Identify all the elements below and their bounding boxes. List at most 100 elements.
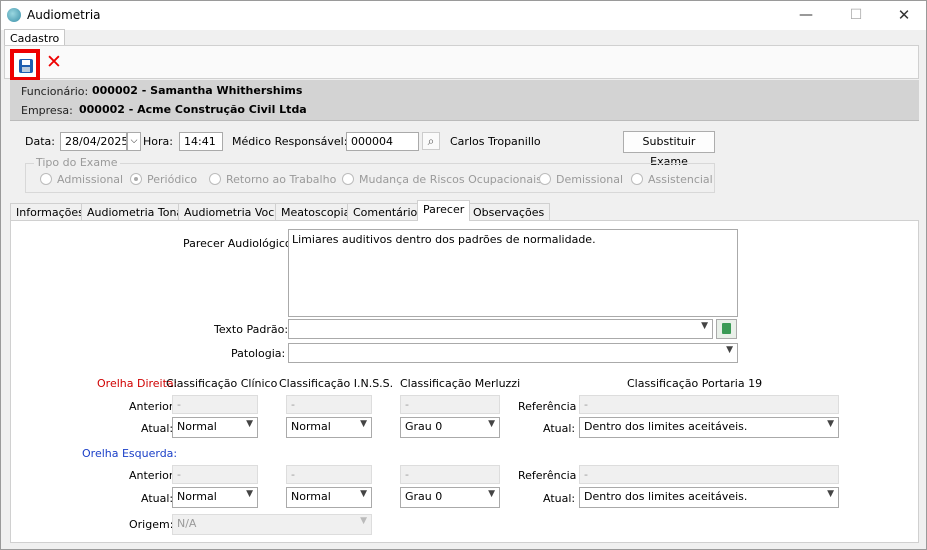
col-merluzzi-header: Classificação Merluzzi	[400, 377, 521, 390]
chevron-down-icon: ⌵	[130, 136, 138, 146]
parecer-label: Parecer Audiológico:	[183, 237, 296, 250]
radio-mudanca-riscos[interactable]: Mudança de Riscos Ocupacionais	[342, 173, 542, 186]
select-value: Grau 0	[405, 420, 443, 433]
col-clinico-header: Classificação Clínico	[166, 377, 278, 390]
chevron-down-icon: ▼	[360, 489, 367, 499]
radio-label: Assistencial	[648, 173, 713, 186]
substituir-exame-button[interactable]: Substituir Exame	[623, 131, 715, 168]
orelha-esquerda-label: Orelha Esquerda:	[82, 447, 178, 460]
direita-anterior-inss: -	[286, 395, 372, 414]
col-inss-header: Classificação I.N.S.S.	[279, 377, 394, 390]
cancel-icon[interactable]: ✕	[46, 51, 62, 73]
window-title: Audiometria	[27, 8, 101, 22]
tipo-exame-legend: Tipo do Exame	[34, 156, 120, 169]
radio-assistencial[interactable]: Assistencial	[631, 173, 713, 186]
medico-name: Carlos Tropanillo	[450, 135, 541, 148]
select-value: Dentro dos limites aceitáveis.	[584, 420, 748, 433]
tab-audiometria-tonal[interactable]: Audiometria Tonal	[81, 203, 193, 220]
tab-informacoes[interactable]: Informações	[10, 203, 90, 220]
anterior-label: Anterior:	[129, 469, 177, 482]
parecer-textarea[interactable]: Limiares auditivos dentro dos padrões de…	[288, 229, 738, 317]
chevron-down-icon: ▼	[726, 345, 733, 355]
esquerda-atual-inss-select[interactable]: Normal ▼	[286, 487, 372, 508]
chevron-down-icon: ▼	[827, 489, 834, 499]
patologia-label: Patologia:	[231, 347, 286, 360]
direita-anterior-clinico: -	[172, 395, 258, 414]
radio-label: Admissional	[57, 173, 124, 186]
radio-admissional[interactable]: Admissional	[40, 173, 123, 186]
col-portaria-header: Classificação Portaria 19	[627, 377, 763, 390]
esquerda-anterior-inss: -	[286, 465, 372, 484]
chevron-down-icon: ▼	[360, 419, 367, 429]
esquerda-atual-portaria-select[interactable]: Dentro dos limites aceitáveis. ▼	[579, 487, 839, 508]
atual-label: Atual:	[543, 422, 576, 435]
radio-icon	[342, 173, 354, 185]
time-input[interactable]: 14:41	[179, 132, 223, 151]
esquerda-anterior-clinico: -	[172, 465, 258, 484]
medico-label: Médico Responsável:	[232, 135, 348, 148]
direita-referencia-portaria: -	[579, 395, 839, 414]
chevron-down-icon: ▼	[360, 516, 367, 526]
direita-anterior-merluzzi: -	[400, 395, 500, 414]
select-value: Normal	[291, 420, 331, 433]
chevron-down-icon: ▼	[246, 419, 253, 429]
radio-retorno[interactable]: Retorno ao Trabalho	[209, 173, 336, 186]
radio-icon	[40, 173, 52, 185]
tab-parecer[interactable]: Parecer	[417, 200, 471, 221]
esquerda-atual-merluzzi-select[interactable]: Grau 0 ▼	[400, 487, 500, 508]
radio-periodico[interactable]: Periódico	[130, 173, 197, 186]
atual-label: Atual:	[141, 492, 174, 505]
radio-icon	[631, 173, 643, 185]
atual-label: Atual:	[543, 492, 576, 505]
radio-icon	[209, 173, 221, 185]
empresa-value: 000002 - Acme Construção Civil Ltda	[79, 103, 307, 116]
select-value: Normal	[177, 420, 217, 433]
patologia-select[interactable]: ▼	[288, 343, 738, 363]
origem-select: N/A ▼	[172, 514, 372, 535]
employee-header: Funcionário: 000002 - Samantha Whithersh…	[10, 80, 919, 121]
audiometria-window: Audiometria — ☐ ✕ Cadastro ✕ Funcionário…	[0, 0, 927, 550]
chevron-down-icon: ▼	[488, 419, 495, 429]
app-icon	[7, 8, 21, 22]
direita-atual-clinico-select[interactable]: Normal ▼	[172, 417, 258, 438]
chevron-down-icon: ▼	[827, 419, 834, 429]
ribbon-tab-cadastro[interactable]: Cadastro	[4, 29, 66, 46]
empresa-label: Empresa:	[21, 104, 73, 117]
hora-label: Hora:	[143, 135, 173, 148]
select-value: Dentro dos limites aceitáveis.	[584, 490, 748, 503]
search-icon[interactable]: ⌕	[422, 132, 440, 150]
radio-label: Demissional	[556, 173, 624, 186]
date-input[interactable]: 28/04/2025	[60, 132, 127, 151]
tab-meatoscopia[interactable]: Meatoscopia	[275, 203, 357, 220]
tab-audiometria-vocal[interactable]: Audiometria Vocal	[178, 203, 291, 220]
radio-demissional[interactable]: Demissional	[539, 173, 623, 186]
radio-icon	[539, 173, 551, 185]
esquerda-atual-clinico-select[interactable]: Normal ▼	[172, 487, 258, 508]
tipo-exame-group: Tipo do Exame Admissional Periódico Reto…	[25, 156, 715, 193]
medico-code-input[interactable]: 000004	[346, 132, 419, 151]
close-button[interactable]: ✕	[889, 5, 919, 25]
radio-label: Periódico	[147, 173, 198, 186]
referencia-label: Referência	[518, 400, 577, 413]
chevron-down-icon: ▼	[701, 321, 708, 331]
chevron-down-icon: ▼	[246, 489, 253, 499]
direita-atual-portaria-select[interactable]: Dentro dos limites aceitáveis. ▼	[579, 417, 839, 438]
direita-atual-merluzzi-select[interactable]: Grau 0 ▼	[400, 417, 500, 438]
minimize-button[interactable]: —	[791, 5, 821, 25]
chevron-down-icon: ▼	[488, 489, 495, 499]
title-bar: Audiometria — ☐ ✕	[1, 1, 926, 30]
anterior-label: Anterior:	[129, 400, 177, 413]
toolbar: ✕	[4, 45, 919, 81]
radio-label: Mudança de Riscos Ocupacionais	[359, 173, 542, 186]
radio-label: Retorno ao Trabalho	[226, 173, 337, 186]
direita-atual-inss-select[interactable]: Normal ▼	[286, 417, 372, 438]
texto-padrao-label: Texto Padrão:	[214, 323, 289, 336]
date-picker-button[interactable]: ⌵	[127, 132, 141, 151]
add-text-icon[interactable]	[716, 319, 737, 339]
select-value: N/A	[177, 517, 197, 530]
tab-observacoes[interactable]: Observações	[467, 203, 551, 220]
texto-padrao-select[interactable]: ▼	[288, 319, 713, 339]
referencia-label: Referência	[518, 469, 577, 482]
save-button[interactable]	[10, 49, 40, 81]
maximize-button[interactable]: ☐	[841, 5, 871, 25]
